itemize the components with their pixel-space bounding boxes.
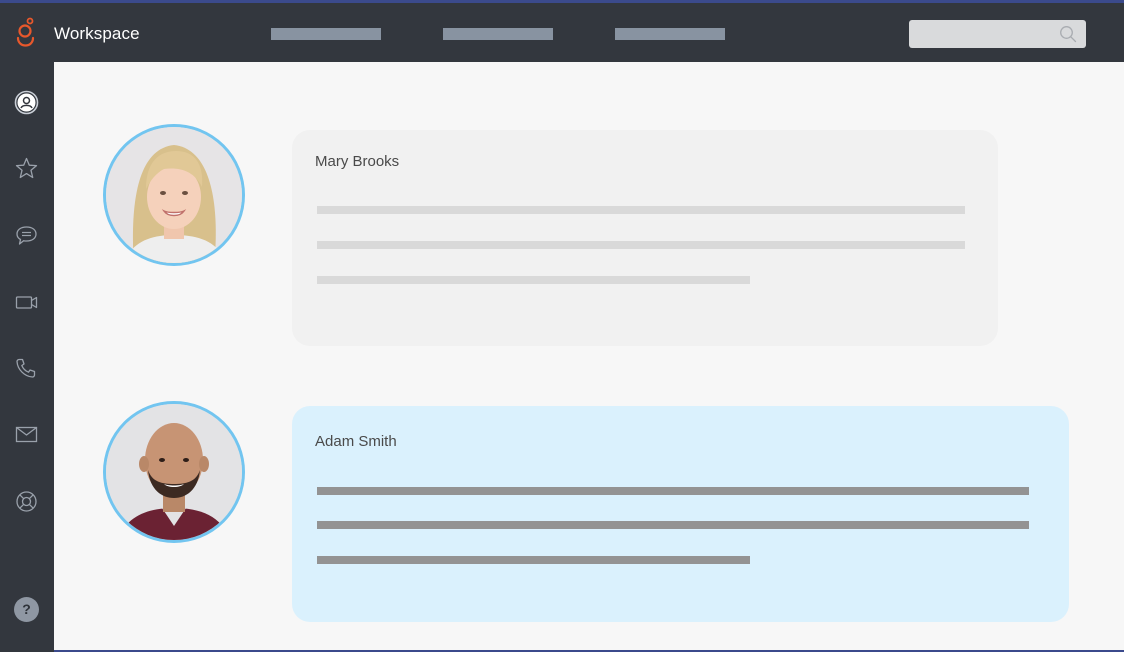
message-line — [317, 487, 1029, 495]
sender-name: Mary Brooks — [315, 153, 400, 170]
conversation-area: Mary Brooks Adam Smith — [54, 62, 1124, 650]
genesys-logo-icon — [16, 17, 35, 47]
message-line — [317, 521, 1029, 529]
video-camera-icon[interactable] — [14, 290, 39, 315]
top-bar: Workspace — [0, 3, 1124, 62]
message-bubble-adam-smith: Adam Smith — [292, 406, 1069, 622]
search-icon[interactable] — [1059, 25, 1077, 43]
nav-link-3[interactable] — [615, 28, 725, 40]
envelope-icon[interactable] — [14, 422, 39, 447]
message-line — [317, 206, 965, 214]
lifebuoy-icon[interactable] — [14, 489, 39, 514]
avatar-mary-brooks — [103, 124, 245, 266]
search-box[interactable] — [909, 20, 1086, 48]
app-title: Workspace — [54, 24, 140, 43]
avatar-adam-smith — [103, 401, 245, 543]
star-icon[interactable] — [14, 156, 39, 181]
user-circle-icon[interactable] — [14, 90, 39, 115]
chat-bubble-icon[interactable] — [14, 223, 39, 248]
message-line — [317, 556, 750, 564]
phone-icon[interactable] — [14, 356, 39, 381]
search-input[interactable] — [909, 20, 1049, 48]
message-line — [317, 276, 750, 284]
message-line — [317, 241, 965, 249]
help-icon[interactable]: ? — [14, 597, 39, 622]
adam-smith-photo — [106, 404, 242, 540]
mary-brooks-photo — [106, 127, 242, 263]
sidebar: ? — [0, 62, 54, 652]
nav-link-1[interactable] — [271, 28, 381, 40]
message-bubble-mary-brooks: Mary Brooks — [292, 130, 998, 346]
sender-name: Adam Smith — [315, 433, 397, 450]
nav-link-2[interactable] — [443, 28, 553, 40]
